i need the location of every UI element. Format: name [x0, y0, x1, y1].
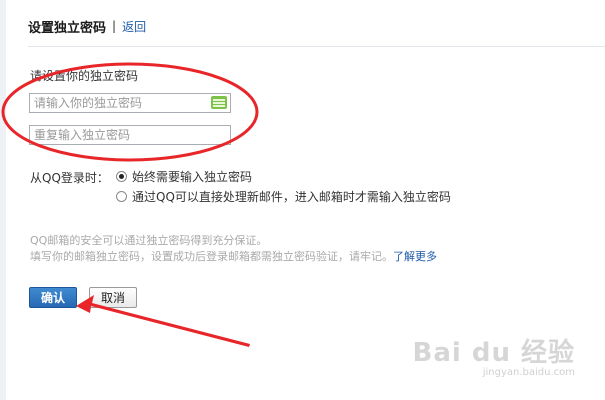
- radio-always[interactable]: [116, 171, 127, 182]
- radio-qq-direct-label: 通过QQ可以直接处理新邮件，进入邮箱时才需输入独立密码: [132, 190, 451, 204]
- header-divider: [28, 46, 605, 47]
- baidu-watermark: Bai du 经验 jingyan.baidu.com: [413, 332, 576, 378]
- qq-login-label: 从QQ登录时：: [30, 171, 109, 185]
- back-link[interactable]: 返回: [122, 18, 146, 35]
- login-option-always[interactable]: 始终需要输入独立密码: [116, 168, 252, 185]
- page-title: 设置独立密码: [28, 20, 107, 36]
- password-input[interactable]: [29, 93, 231, 113]
- set-password-label: 请设置你的独立密码: [30, 69, 139, 83]
- virtual-keyboard-icon[interactable]: [211, 96, 227, 109]
- password-confirm-input[interactable]: [29, 125, 231, 145]
- info-text-2-content: 填写你的邮箱独立密码，设置成功后登录邮箱都需独立密码验证，请牢记。: [30, 250, 393, 263]
- login-option-qq-direct[interactable]: 通过QQ可以直接处理新邮件，进入邮箱时才需输入独立密码: [116, 188, 451, 205]
- page-header: 设置独立密码 | 返回: [28, 17, 146, 36]
- confirm-button[interactable]: 确认: [29, 287, 77, 308]
- info-text-2: 填写你的邮箱独立密码，设置成功后登录邮箱都需独立密码验证，请牢记。了解更多: [30, 248, 437, 264]
- learn-more-link[interactable]: 了解更多: [393, 250, 437, 263]
- left-strip: [0, 0, 6, 400]
- watermark-main: Bai du 经验: [412, 338, 575, 368]
- radio-qq-direct[interactable]: [116, 191, 127, 202]
- watermark-sub: jingyan.baidu.com: [482, 367, 575, 378]
- cancel-button[interactable]: 取消: [89, 287, 137, 308]
- info-text-1: QQ邮箱的安全可以通过独立密码得到充分保证。: [30, 234, 268, 247]
- header-separator: |: [112, 19, 117, 33]
- radio-always-label: 始终需要输入独立密码: [132, 170, 253, 184]
